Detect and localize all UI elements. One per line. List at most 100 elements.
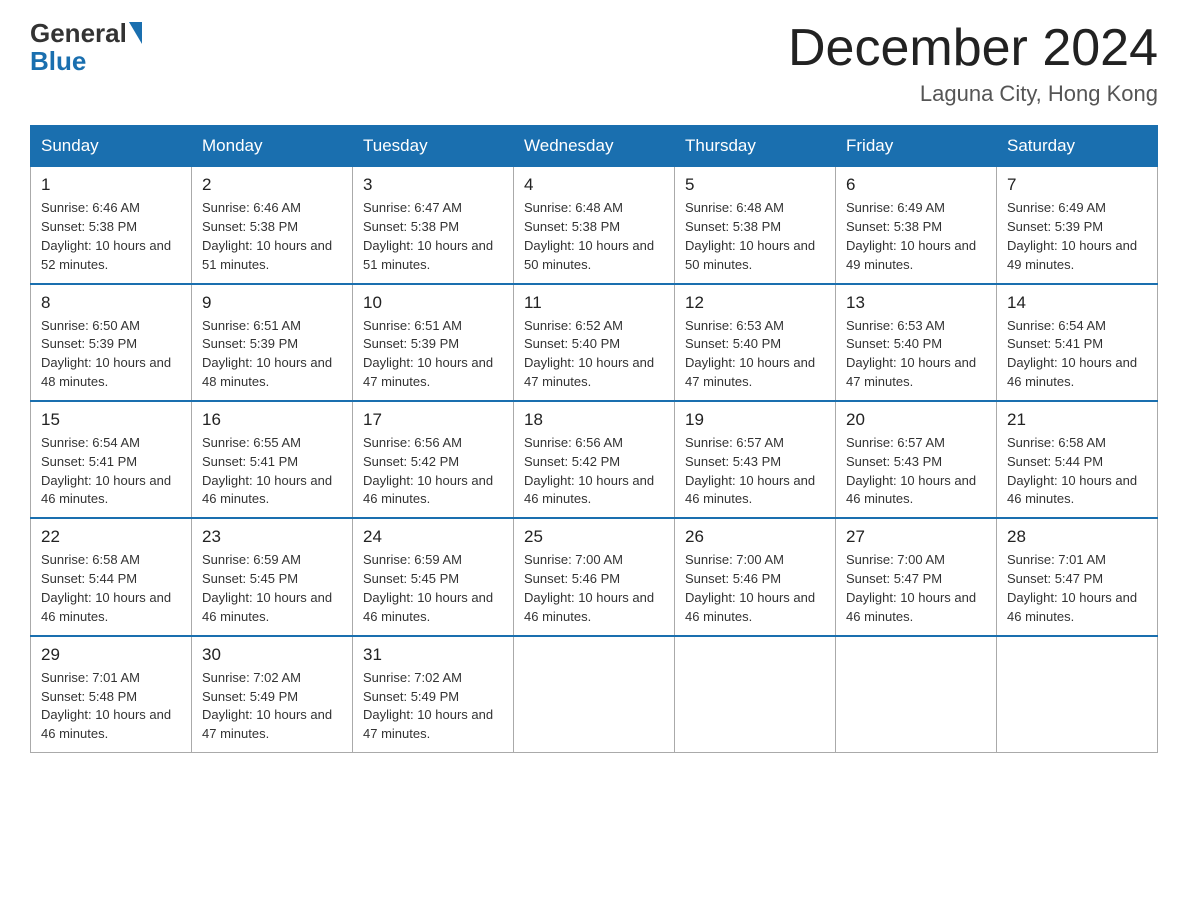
- day-info: Sunrise: 6:51 AMSunset: 5:39 PMDaylight:…: [363, 317, 503, 392]
- day-info: Sunrise: 7:00 AMSunset: 5:47 PMDaylight:…: [846, 551, 986, 626]
- day-info: Sunrise: 6:53 AMSunset: 5:40 PMDaylight:…: [846, 317, 986, 392]
- day-number: 2: [202, 175, 342, 195]
- column-header-wednesday: Wednesday: [514, 126, 675, 167]
- calendar-header-row: SundayMondayTuesdayWednesdayThursdayFrid…: [31, 126, 1158, 167]
- day-info: Sunrise: 6:48 AMSunset: 5:38 PMDaylight:…: [685, 199, 825, 274]
- logo-general-text: General: [30, 20, 127, 46]
- day-number: 31: [363, 645, 503, 665]
- calendar-cell: 18 Sunrise: 6:56 AMSunset: 5:42 PMDayligh…: [514, 401, 675, 518]
- day-number: 8: [41, 293, 181, 313]
- calendar-cell: [997, 636, 1158, 753]
- day-number: 20: [846, 410, 986, 430]
- day-info: Sunrise: 7:00 AMSunset: 5:46 PMDaylight:…: [524, 551, 664, 626]
- day-number: 18: [524, 410, 664, 430]
- day-number: 28: [1007, 527, 1147, 547]
- day-info: Sunrise: 6:59 AMSunset: 5:45 PMDaylight:…: [202, 551, 342, 626]
- day-number: 6: [846, 175, 986, 195]
- calendar-cell: 10 Sunrise: 6:51 AMSunset: 5:39 PMDayligh…: [353, 284, 514, 401]
- day-info: Sunrise: 6:56 AMSunset: 5:42 PMDaylight:…: [363, 434, 503, 509]
- column-header-friday: Friday: [836, 126, 997, 167]
- day-info: Sunrise: 7:02 AMSunset: 5:49 PMDaylight:…: [363, 669, 503, 744]
- calendar-cell: [836, 636, 997, 753]
- day-number: 10: [363, 293, 503, 313]
- calendar-cell: 27 Sunrise: 7:00 AMSunset: 5:47 PMDayligh…: [836, 518, 997, 635]
- calendar-week-row: 29 Sunrise: 7:01 AMSunset: 5:48 PMDayligh…: [31, 636, 1158, 753]
- day-info: Sunrise: 6:56 AMSunset: 5:42 PMDaylight:…: [524, 434, 664, 509]
- calendar-cell: 31 Sunrise: 7:02 AMSunset: 5:49 PMDayligh…: [353, 636, 514, 753]
- calendar-cell: 2 Sunrise: 6:46 AMSunset: 5:38 PMDaylight…: [192, 167, 353, 284]
- day-number: 19: [685, 410, 825, 430]
- calendar-cell: 24 Sunrise: 6:59 AMSunset: 5:45 PMDayligh…: [353, 518, 514, 635]
- calendar-cell: 19 Sunrise: 6:57 AMSunset: 5:43 PMDayligh…: [675, 401, 836, 518]
- calendar-cell: 30Sunrise: 7:02 AMSunset: 5:49 PMDayligh…: [192, 636, 353, 753]
- calendar-cell: 12 Sunrise: 6:53 AMSunset: 5:40 PMDayligh…: [675, 284, 836, 401]
- calendar-table: SundayMondayTuesdayWednesdayThursdayFrid…: [30, 125, 1158, 753]
- calendar-cell: 9 Sunrise: 6:51 AMSunset: 5:39 PMDaylight…: [192, 284, 353, 401]
- calendar-cell: 22Sunrise: 6:58 AMSunset: 5:44 PMDayligh…: [31, 518, 192, 635]
- day-number: 15: [41, 410, 181, 430]
- calendar-cell: 26 Sunrise: 7:00 AMSunset: 5:46 PMDayligh…: [675, 518, 836, 635]
- calendar-cell: 25 Sunrise: 7:00 AMSunset: 5:46 PMDayligh…: [514, 518, 675, 635]
- calendar-cell: 11Sunrise: 6:52 AMSunset: 5:40 PMDayligh…: [514, 284, 675, 401]
- day-info: Sunrise: 7:01 AMSunset: 5:48 PMDaylight:…: [41, 669, 181, 744]
- column-header-tuesday: Tuesday: [353, 126, 514, 167]
- day-info: Sunrise: 6:58 AMSunset: 5:44 PMDaylight:…: [1007, 434, 1147, 509]
- calendar-cell: [675, 636, 836, 753]
- day-number: 9: [202, 293, 342, 313]
- day-number: 21: [1007, 410, 1147, 430]
- day-number: 17: [363, 410, 503, 430]
- location-subtitle: Laguna City, Hong Kong: [788, 81, 1158, 107]
- page-header: General Blue December 2024 Laguna City, …: [30, 20, 1158, 107]
- day-number: 22: [41, 527, 181, 547]
- day-info: Sunrise: 6:46 AMSunset: 5:38 PMDaylight:…: [202, 199, 342, 274]
- day-number: 29: [41, 645, 181, 665]
- day-number: 3: [363, 175, 503, 195]
- calendar-cell: [514, 636, 675, 753]
- day-info: Sunrise: 6:50 AMSunset: 5:39 PMDaylight:…: [41, 317, 181, 392]
- calendar-week-row: 1 Sunrise: 6:46 AMSunset: 5:38 PMDaylight…: [31, 167, 1158, 284]
- day-number: 16: [202, 410, 342, 430]
- day-number: 5: [685, 175, 825, 195]
- day-number: 1: [41, 175, 181, 195]
- calendar-cell: 20Sunrise: 6:57 AMSunset: 5:43 PMDayligh…: [836, 401, 997, 518]
- day-info: Sunrise: 6:55 AMSunset: 5:41 PMDaylight:…: [202, 434, 342, 509]
- calendar-week-row: 8 Sunrise: 6:50 AMSunset: 5:39 PMDaylight…: [31, 284, 1158, 401]
- title-block: December 2024 Laguna City, Hong Kong: [788, 20, 1158, 107]
- day-number: 14: [1007, 293, 1147, 313]
- day-info: Sunrise: 6:57 AMSunset: 5:43 PMDaylight:…: [685, 434, 825, 509]
- day-info: Sunrise: 6:46 AMSunset: 5:38 PMDaylight:…: [41, 199, 181, 274]
- day-info: Sunrise: 6:47 AMSunset: 5:38 PMDaylight:…: [363, 199, 503, 274]
- day-number: 30: [202, 645, 342, 665]
- calendar-week-row: 15 Sunrise: 6:54 AMSunset: 5:41 PMDayligh…: [31, 401, 1158, 518]
- calendar-cell: 28Sunrise: 7:01 AMSunset: 5:47 PMDayligh…: [997, 518, 1158, 635]
- calendar-cell: 7 Sunrise: 6:49 AMSunset: 5:39 PMDaylight…: [997, 167, 1158, 284]
- day-number: 24: [363, 527, 503, 547]
- day-number: 25: [524, 527, 664, 547]
- day-info: Sunrise: 6:49 AMSunset: 5:39 PMDaylight:…: [1007, 199, 1147, 274]
- day-number: 13: [846, 293, 986, 313]
- day-info: Sunrise: 6:59 AMSunset: 5:45 PMDaylight:…: [363, 551, 503, 626]
- day-info: Sunrise: 7:00 AMSunset: 5:46 PMDaylight:…: [685, 551, 825, 626]
- calendar-cell: 13 Sunrise: 6:53 AMSunset: 5:40 PMDayligh…: [836, 284, 997, 401]
- day-number: 12: [685, 293, 825, 313]
- calendar-cell: 4Sunrise: 6:48 AMSunset: 5:38 PMDaylight…: [514, 167, 675, 284]
- calendar-cell: 1 Sunrise: 6:46 AMSunset: 5:38 PMDaylight…: [31, 167, 192, 284]
- column-header-saturday: Saturday: [997, 126, 1158, 167]
- calendar-cell: 17 Sunrise: 6:56 AMSunset: 5:42 PMDayligh…: [353, 401, 514, 518]
- day-info: Sunrise: 6:52 AMSunset: 5:40 PMDaylight:…: [524, 317, 664, 392]
- calendar-cell: 16 Sunrise: 6:55 AMSunset: 5:41 PMDayligh…: [192, 401, 353, 518]
- day-info: Sunrise: 6:49 AMSunset: 5:38 PMDaylight:…: [846, 199, 986, 274]
- logo-blue-text: Blue: [30, 46, 86, 77]
- calendar-cell: 15 Sunrise: 6:54 AMSunset: 5:41 PMDayligh…: [31, 401, 192, 518]
- day-info: Sunrise: 6:53 AMSunset: 5:40 PMDaylight:…: [685, 317, 825, 392]
- calendar-week-row: 22Sunrise: 6:58 AMSunset: 5:44 PMDayligh…: [31, 518, 1158, 635]
- day-info: Sunrise: 6:54 AMSunset: 5:41 PMDaylight:…: [41, 434, 181, 509]
- day-number: 7: [1007, 175, 1147, 195]
- calendar-cell: 21 Sunrise: 6:58 AMSunset: 5:44 PMDayligh…: [997, 401, 1158, 518]
- day-info: Sunrise: 6:51 AMSunset: 5:39 PMDaylight:…: [202, 317, 342, 392]
- day-number: 27: [846, 527, 986, 547]
- day-number: 23: [202, 527, 342, 547]
- day-info: Sunrise: 6:54 AMSunset: 5:41 PMDaylight:…: [1007, 317, 1147, 392]
- day-info: Sunrise: 6:48 AMSunset: 5:38 PMDaylight:…: [524, 199, 664, 274]
- day-number: 26: [685, 527, 825, 547]
